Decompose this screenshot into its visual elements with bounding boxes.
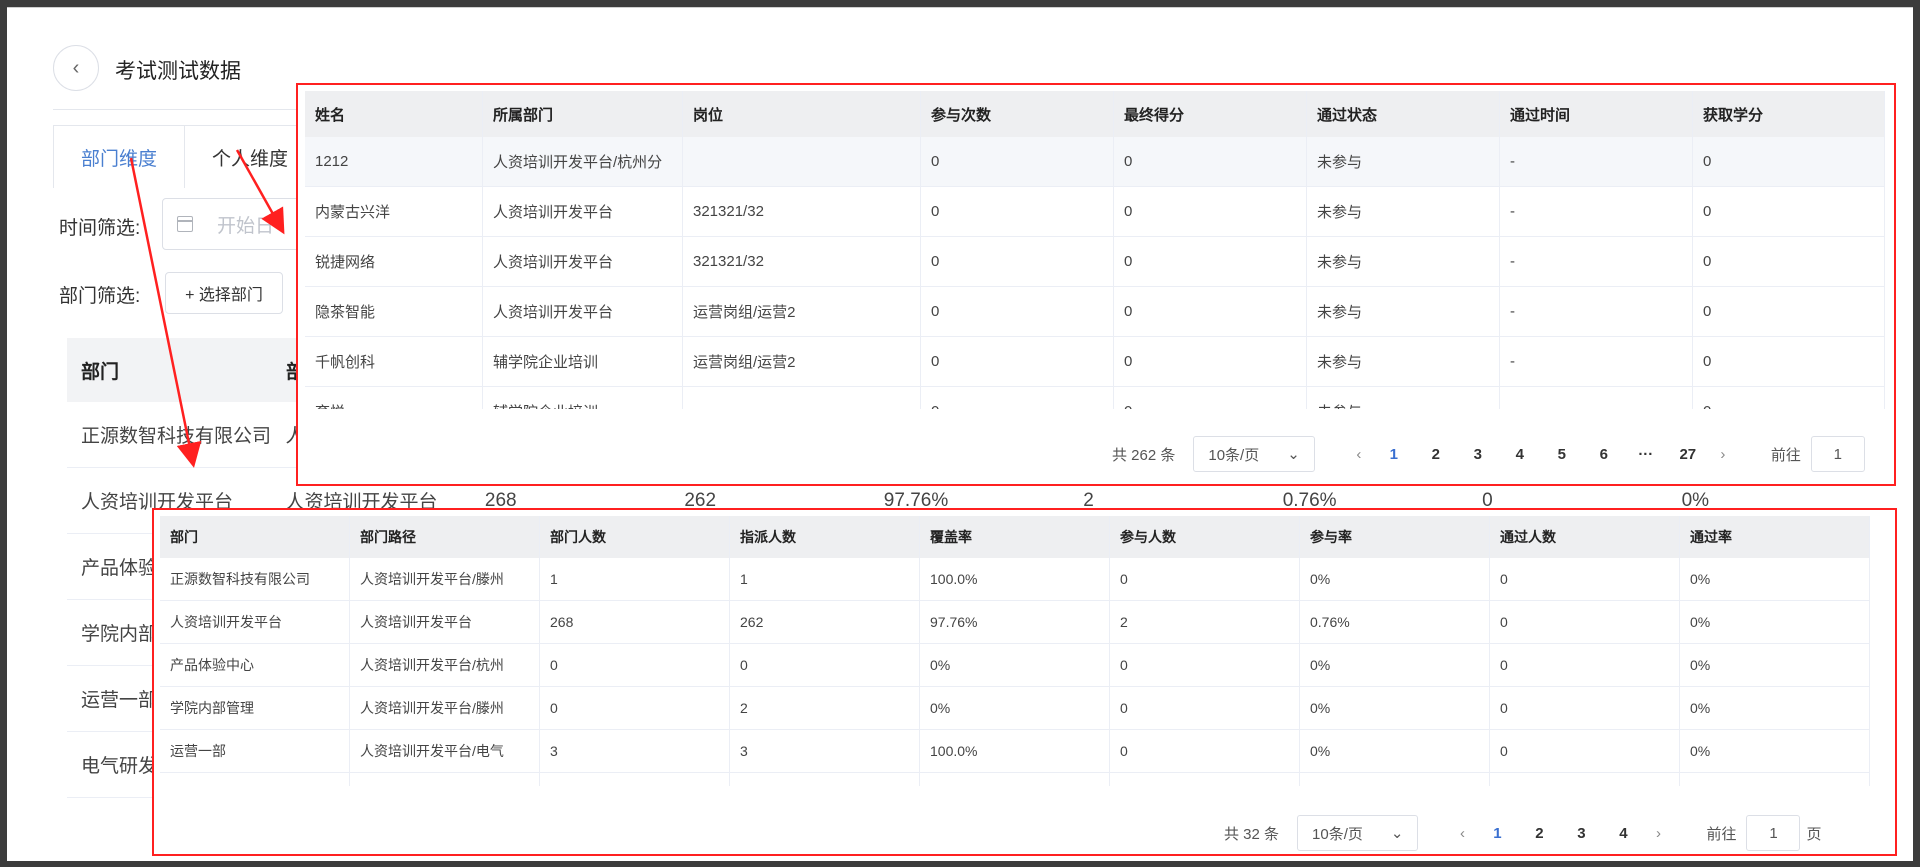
page-frame: ‹ 考试测试数据 部门维度 个人维度 时间筛选: 开始日 部门筛选: + 选择部…: [7, 7, 1913, 861]
arrow-to-personal-table: [235, 149, 285, 235]
annotation-arrows: [129, 149, 285, 468]
arrow-to-department-table: [129, 157, 202, 468]
